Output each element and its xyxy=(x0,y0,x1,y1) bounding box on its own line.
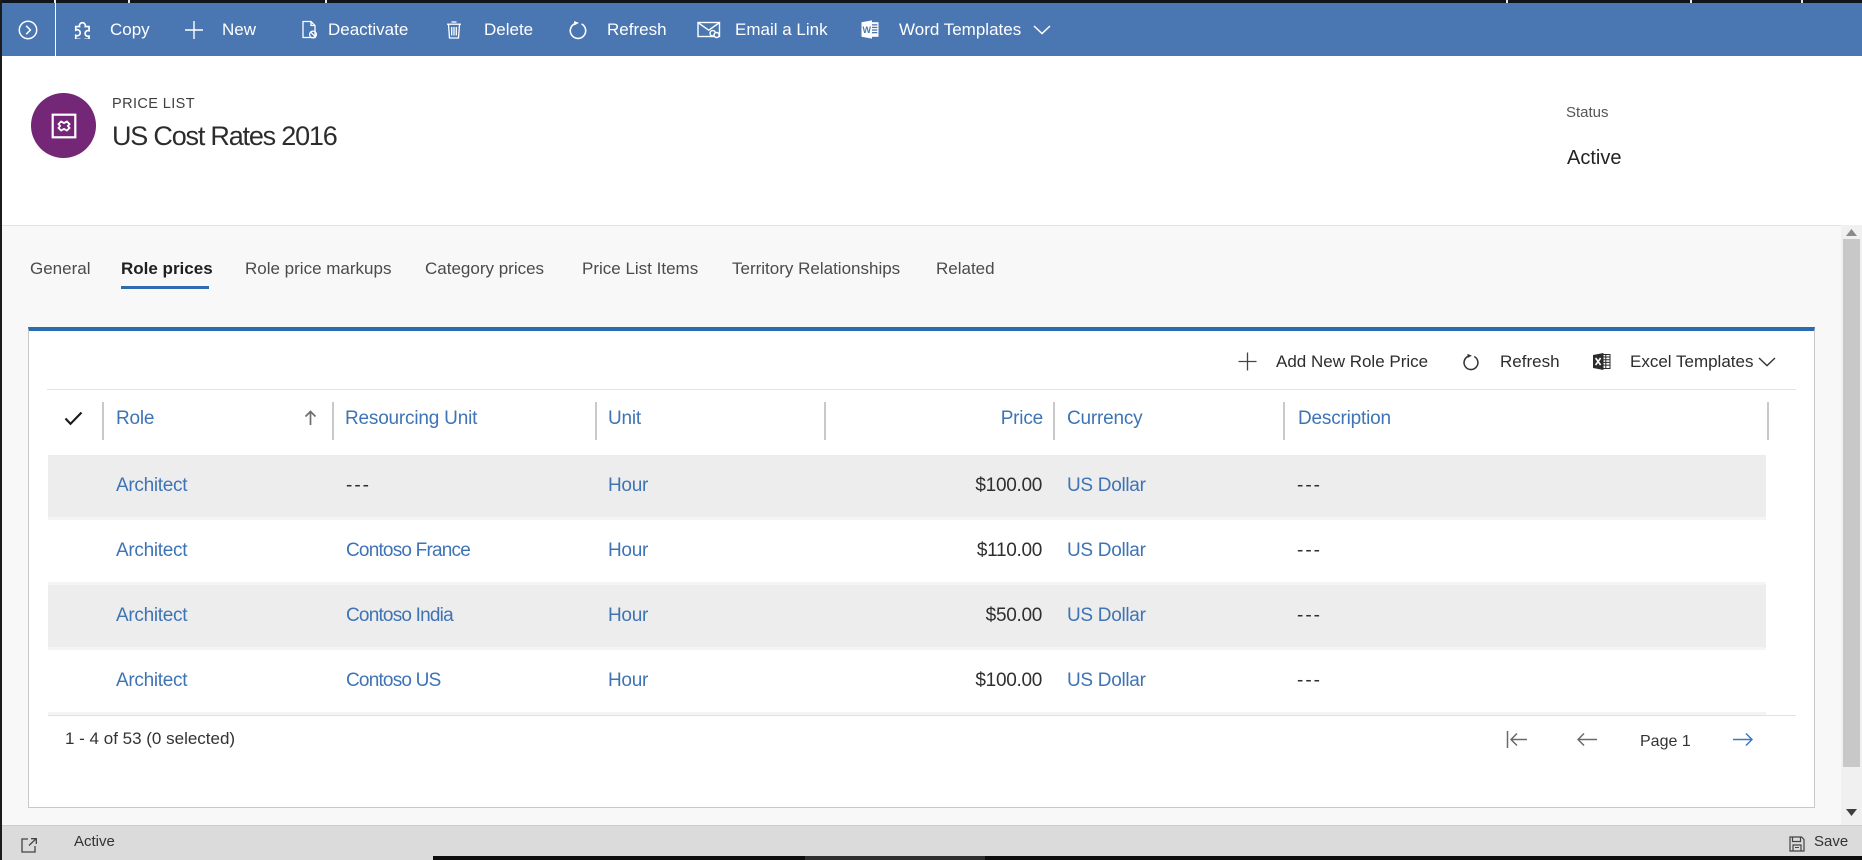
svg-text:W: W xyxy=(862,25,871,35)
